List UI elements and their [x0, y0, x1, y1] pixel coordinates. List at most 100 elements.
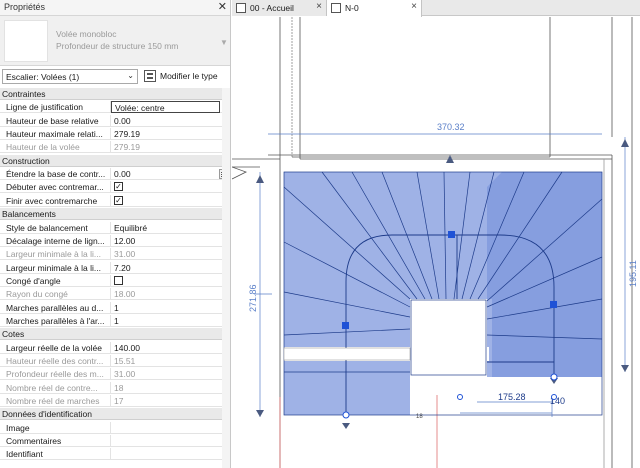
category-label: Contraintes [2, 89, 46, 99]
property-name: Profondeur réelle des m... [0, 368, 111, 381]
floor-plan[interactable]: 370.32 271.86 195.11 175.28 140 18 [232, 17, 640, 468]
property-name: Hauteur de la volée [0, 141, 111, 154]
property-row: Largeur minimale à la li... 31.00 [0, 248, 230, 261]
property-value: 31.00 [114, 369, 136, 380]
tab-n0[interactable]: N-0 × [327, 0, 422, 17]
property-checkbox[interactable] [114, 275, 123, 285]
property-value[interactable]: 0.00 [111, 115, 220, 127]
property-row: Hauteur de la volée 279.19 [0, 141, 230, 154]
property-row: Rayon du congé 18.00 [0, 288, 230, 301]
3d-view-icon [236, 3, 246, 13]
property-value[interactable]: Equilibré [111, 222, 220, 234]
property-name: Nombre réel de contre... [0, 381, 111, 394]
properties-grid: Contraintes⌃Ligne de justificationVolée:… [0, 88, 230, 468]
dim-bottom1-label: 175.28 [498, 392, 526, 402]
drawing-canvas[interactable]: 370.32 271.86 195.11 175.28 140 18 [232, 17, 640, 468]
property-value[interactable]: 7.20 [111, 262, 220, 274]
property-checkbox[interactable]: ✓ [114, 182, 123, 192]
property-value[interactable]: 0.00 [111, 168, 220, 180]
dim-left-label: 271.86 [248, 284, 258, 312]
landing-opening [410, 299, 487, 376]
property-value: 17 [114, 396, 124, 407]
property-name: Hauteur maximale relati... [0, 128, 111, 141]
instance-filter-dropdown[interactable]: Escalier: Volées (1) ⌄ [2, 69, 138, 84]
property-value: 18.00 [114, 289, 136, 300]
property-value: 31.00 [114, 249, 136, 260]
tab-label: N-0 [345, 3, 359, 13]
property-row: Hauteur maximale relati... 279.19 [0, 128, 230, 141]
property-value[interactable]: 1 [111, 315, 220, 327]
properties-scrollbar[interactable] [222, 88, 230, 468]
category-label: Données d'identification [2, 409, 92, 420]
property-name: Commentaires [0, 435, 111, 448]
property-name: Marches parallèles à l'ar... [0, 314, 111, 327]
category-header[interactable]: Balancements⌃ [0, 208, 230, 221]
property-name: Débuter avec contremar... [0, 181, 111, 194]
property-name: Étendre la base de contr... [0, 168, 111, 181]
property-checkbox[interactable]: ✓ [114, 195, 123, 205]
section-cut [283, 347, 411, 361]
property-name: Largeur minimale à la li... [0, 261, 111, 274]
property-value[interactable] [111, 422, 220, 434]
category-label: Construction [2, 155, 50, 166]
property-name: Identifiant [0, 448, 111, 461]
property-row: Largeur minimale à la li... 7.20 [0, 261, 230, 274]
dim-small-label: 18 [416, 414, 423, 420]
property-name: Finir avec contremarche [0, 194, 111, 207]
chevron-down-icon[interactable]: ▼ [220, 38, 228, 47]
close-icon[interactable]: ✕ [218, 0, 227, 13]
property-name: Largeur réelle de la volée [0, 341, 111, 354]
property-value: 15.51 [114, 356, 136, 366]
type-selector[interactable]: Volée monobloc Profondeur de structure 1… [0, 16, 230, 66]
property-row: Débuter avec contremar... ✓ [0, 181, 230, 194]
property-name: Nombre réel de marches [0, 395, 111, 408]
property-value[interactable] [111, 448, 220, 460]
category-header[interactable]: Données d'identification⌃ [0, 408, 230, 421]
property-name: Hauteur réelle des contr... [0, 355, 111, 367]
dim-top-label: 370.32 [437, 122, 465, 132]
property-row: Étendre la base de contr... 0.00 [0, 168, 230, 181]
view-tabs: 00 - Accueil × N-0 × [232, 0, 640, 17]
property-row: Ligne de justification Volée: centre [0, 101, 230, 114]
property-name: Hauteur de base relative [0, 114, 111, 127]
property-value[interactable]: 12.00 [111, 235, 220, 247]
property-row: Hauteur réelle des contr... 15.51 [0, 355, 230, 367]
property-name: Style de balancement [0, 221, 111, 234]
edit-type-button[interactable]: Modifier le type [144, 69, 228, 85]
property-row: Image [0, 421, 230, 434]
property-name: Image [0, 421, 111, 434]
edit-type-icon [144, 70, 156, 82]
type-name-label: Profondeur de structure 150 mm [56, 41, 179, 51]
property-row: Marches parallèles au d... 1 [0, 301, 230, 314]
instance-row: Escalier: Volées (1) ⌄ Modifier le type [0, 68, 230, 86]
category-label: Balancements [2, 209, 56, 220]
instance-filter-label: Escalier: Volées (1) [6, 72, 80, 82]
property-row: Largeur réelle de la volée 140.00 [0, 341, 230, 354]
category-header[interactable]: Cotes⌃ [0, 328, 230, 341]
property-name: Ligne de justification [0, 101, 111, 114]
property-value[interactable]: 140.00 [111, 342, 220, 354]
property-value[interactable] [111, 435, 220, 447]
property-value[interactable]: Volée: centre [111, 101, 220, 114]
close-icon[interactable]: × [316, 1, 322, 12]
property-row: Décalage interne de lign... 12.00 [0, 234, 230, 247]
dim-right-label: 195.11 [628, 260, 638, 287]
property-row: Identifiant [0, 448, 230, 461]
property-value[interactable]: 1 [111, 302, 220, 314]
property-row: Nombre réel de contre... 18 [0, 381, 230, 394]
type-family-label: Volée monobloc [56, 29, 117, 39]
property-value[interactable]: 279.19 [111, 128, 220, 140]
tab-accueil[interactable]: 00 - Accueil × [232, 0, 327, 16]
category-header[interactable]: Contraintes⌃ [0, 88, 230, 100]
property-name: Rayon du congé [0, 288, 111, 301]
property-value: 18 [114, 382, 124, 393]
type-thumbnail [4, 20, 48, 62]
property-row: Commentaires [0, 435, 230, 448]
edit-type-label: Modifier le type [160, 71, 218, 81]
properties-panel: Propriétés ✕ Volée monobloc Profondeur d… [0, 0, 231, 468]
chevron-down-icon[interactable]: ⌄ [127, 71, 134, 80]
close-icon[interactable]: × [411, 1, 417, 12]
property-name: Congé d'angle [0, 274, 111, 287]
category-header[interactable]: Construction⌃ [0, 154, 230, 167]
property-row: Style de balancement Equilibré [0, 221, 230, 234]
